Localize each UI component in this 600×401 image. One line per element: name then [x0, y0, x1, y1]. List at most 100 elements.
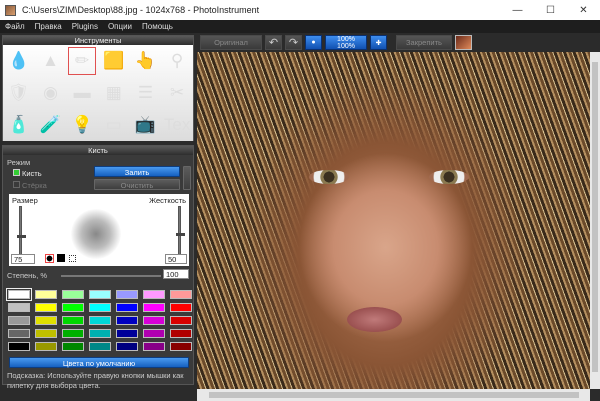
- color-swatch[interactable]: [143, 290, 165, 299]
- zoom-in-icon[interactable]: ✚: [370, 35, 387, 50]
- horizontal-scroll-thumb[interactable]: [209, 392, 579, 398]
- color-swatch[interactable]: [143, 303, 165, 312]
- color-swatch[interactable]: [89, 342, 111, 351]
- color-swatch[interactable]: [116, 316, 138, 325]
- color-swatch[interactable]: [89, 329, 111, 338]
- finger-icon[interactable]: 👆: [130, 45, 162, 77]
- color-swatch[interactable]: [35, 329, 57, 338]
- color-swatch[interactable]: [62, 329, 84, 338]
- zoom-out-icon[interactable]: ●: [305, 35, 322, 50]
- tv-icon[interactable]: 📺: [130, 109, 162, 141]
- color-swatch[interactable]: [116, 329, 138, 338]
- shield-icon[interactable]: 🛡: [3, 77, 35, 109]
- redo-icon[interactable]: ↷: [285, 35, 302, 50]
- color-swatch[interactable]: [8, 342, 30, 351]
- maximize-button[interactable]: ☐: [534, 5, 567, 16]
- red-eye-icon[interactable]: ◉: [35, 77, 67, 109]
- color-swatch[interactable]: [143, 316, 165, 325]
- color-swatch[interactable]: [35, 303, 57, 312]
- tube-icon[interactable]: 🧴: [3, 109, 35, 141]
- color-swatch[interactable]: [116, 342, 138, 351]
- color-swatch[interactable]: [89, 303, 111, 312]
- mode-label: Режим: [7, 158, 31, 167]
- color-swatch[interactable]: [8, 329, 30, 338]
- color-swatch[interactable]: [170, 303, 192, 312]
- lines-icon[interactable]: ☰: [130, 77, 162, 109]
- eraser-option-label: Стёрка: [22, 181, 47, 190]
- app-icon: [5, 4, 16, 16]
- color-swatch[interactable]: [62, 290, 84, 299]
- size-slider-thumb[interactable]: [17, 235, 26, 238]
- degree-slider[interactable]: [61, 275, 161, 277]
- undo-icon[interactable]: ↶: [265, 35, 282, 50]
- brush-panel: Кисть Режим Кисть Стёрка Залить Очистить…: [2, 145, 194, 390]
- menu-edit[interactable]: Правка: [35, 22, 62, 31]
- color-swatch[interactable]: [8, 316, 30, 325]
- color-swatch[interactable]: [62, 303, 84, 312]
- size-slider[interactable]: [17, 206, 26, 258]
- selection-brush-icon[interactable]: [69, 255, 76, 262]
- minimize-button[interactable]: —: [501, 5, 534, 16]
- color-swatch[interactable]: [170, 342, 192, 351]
- pin-icon[interactable]: ⚲: [161, 45, 193, 77]
- color-swatch[interactable]: [89, 290, 111, 299]
- image-canvas[interactable]: [197, 52, 590, 389]
- menu-help[interactable]: Помощь: [142, 22, 173, 31]
- clone-scissors-icon[interactable]: ✂: [161, 77, 193, 109]
- eraser-icon[interactable]: ▭: [98, 109, 130, 141]
- pin-button[interactable]: Закрепить: [396, 35, 452, 50]
- color-swatch[interactable]: [143, 329, 165, 338]
- default-colors-button[interactable]: Цвета по умолчанию: [9, 357, 189, 368]
- hint-text: Подсказка: Используйте правую кнопки мыш…: [7, 371, 184, 390]
- vertical-scrollbar[interactable]: [590, 52, 600, 389]
- horizontal-scrollbar[interactable]: [197, 389, 590, 401]
- color-swatch[interactable]: [35, 290, 57, 299]
- degree-spinbox[interactable]: 100: [163, 269, 189, 279]
- eraser-mode-radio[interactable]: Стёрка: [13, 181, 47, 190]
- bottle-icon[interactable]: 🧪: [35, 109, 67, 141]
- color-swatch[interactable]: [116, 303, 138, 312]
- color-swatch[interactable]: [62, 342, 84, 351]
- color-swatch[interactable]: [35, 316, 57, 325]
- clear-button[interactable]: Очистить: [94, 179, 180, 190]
- pencil-brush-icon[interactable]: ✏: [66, 45, 98, 77]
- tools-grid: 💧 ▲ ✏ 🟨 👆 ⚲ 🛡 ◉ ▬ ▦ ☰ ✂ 🧴 🧪 💡 ▭ 📺 Tex: [3, 45, 193, 141]
- menu-options[interactable]: Опции: [108, 22, 132, 31]
- color-swatch[interactable]: [116, 290, 138, 299]
- square-brush-icon[interactable]: [57, 254, 65, 262]
- menu-plugins[interactable]: Plugins: [72, 22, 98, 31]
- vertical-scroll-thumb[interactable]: [592, 62, 598, 372]
- hardness-slider[interactable]: [176, 206, 185, 258]
- close-button[interactable]: ✕: [567, 5, 600, 16]
- droplet-icon[interactable]: 💧: [3, 45, 35, 77]
- color-swatch[interactable]: [170, 290, 192, 299]
- color-swatch[interactable]: [8, 303, 30, 312]
- photo-eye-right: [429, 170, 469, 184]
- menu-file[interactable]: Файл: [5, 22, 25, 31]
- thumbnail-image[interactable]: [455, 35, 472, 50]
- size-spinbox[interactable]: 75: [11, 254, 35, 264]
- color-swatch[interactable]: [170, 316, 192, 325]
- color-swatch[interactable]: [143, 342, 165, 351]
- fill-button[interactable]: Залить: [94, 166, 180, 177]
- side-scroll-button[interactable]: [183, 166, 191, 190]
- text-layers-icon[interactable]: Tex: [161, 109, 193, 141]
- color-swatch[interactable]: [6, 288, 32, 301]
- bulb-icon[interactable]: 💡: [66, 109, 98, 141]
- stamp-icon[interactable]: 🟨: [98, 45, 130, 77]
- brush-mode-radio[interactable]: Кисть: [13, 169, 42, 178]
- color-swatch[interactable]: [170, 329, 192, 338]
- hardness-spinbox[interactable]: 50: [165, 254, 187, 264]
- tools-panel-title: Инструменты: [3, 36, 193, 45]
- gradient-icon[interactable]: ▬: [66, 77, 98, 109]
- cone-icon[interactable]: ▲: [35, 45, 67, 77]
- original-button[interactable]: Оригинал: [200, 35, 262, 50]
- color-bars-icon[interactable]: ▦: [98, 77, 130, 109]
- zoom-level-button[interactable]: 100% 100%: [325, 35, 367, 50]
- color-swatch[interactable]: [89, 316, 111, 325]
- hardness-slider-thumb[interactable]: [176, 233, 185, 236]
- color-swatch[interactable]: [35, 342, 57, 351]
- color-palette: [6, 288, 192, 353]
- color-swatch[interactable]: [62, 316, 84, 325]
- round-brush-icon[interactable]: [45, 254, 54, 263]
